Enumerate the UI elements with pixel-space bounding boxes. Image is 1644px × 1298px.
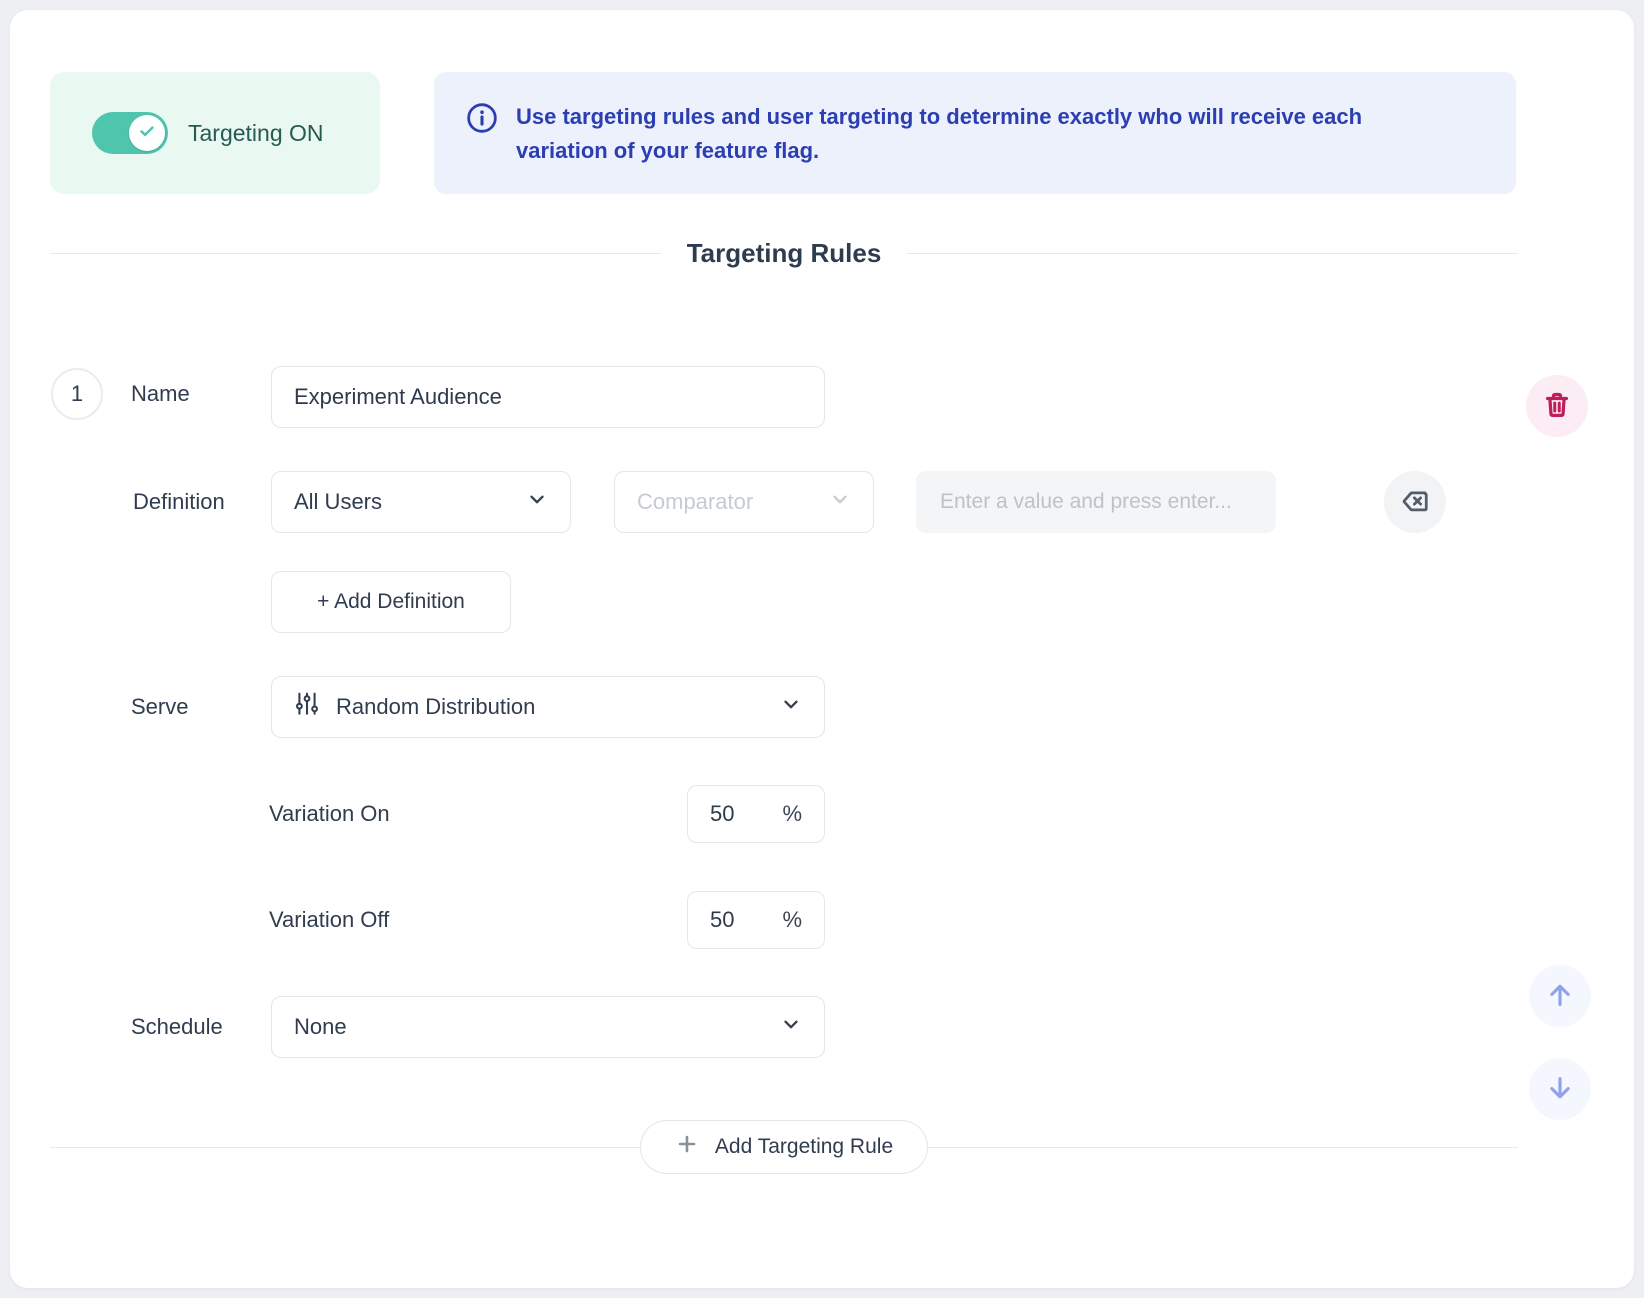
comparator-placeholder: Comparator xyxy=(637,489,753,515)
variation-on-field: % xyxy=(687,785,825,843)
targeting-toggle-switch[interactable] xyxy=(92,112,168,154)
arrow-down-icon xyxy=(1545,1073,1575,1106)
chevron-down-icon xyxy=(829,488,851,516)
add-definition-button[interactable]: + Add Definition xyxy=(271,571,511,633)
delete-rule-button[interactable] xyxy=(1526,375,1588,437)
divider-line xyxy=(928,1147,1518,1148)
plus-icon xyxy=(675,1132,699,1162)
variation-off-input[interactable] xyxy=(710,907,762,933)
info-banner: Use targeting rules and user targeting t… xyxy=(434,72,1516,194)
definition-property-value: All Users xyxy=(294,489,382,515)
divider-line xyxy=(50,1147,640,1148)
divider-line xyxy=(907,253,1518,254)
targeting-toggle-card: Targeting ON xyxy=(50,72,380,194)
toggle-knob xyxy=(129,115,165,151)
chevron-down-icon xyxy=(526,488,548,516)
footer-divider-row: Add Targeting Rule xyxy=(50,1120,1518,1174)
schedule-value: None xyxy=(294,1014,347,1040)
variation-off-label: Variation Off xyxy=(269,907,389,933)
divider-line xyxy=(50,253,661,254)
rule-number-badge: 1 xyxy=(51,368,103,420)
chevron-down-icon xyxy=(780,693,802,721)
variation-off-unit: % xyxy=(782,907,802,933)
definition-value-input[interactable] xyxy=(916,471,1276,533)
serve-select[interactable]: Random Distribution xyxy=(271,676,825,738)
trash-icon xyxy=(1542,390,1572,423)
name-label: Name xyxy=(131,381,190,407)
comparator-select[interactable]: Comparator xyxy=(614,471,874,533)
info-banner-text: Use targeting rules and user targeting t… xyxy=(516,100,1426,168)
section-header: Targeting Rules xyxy=(50,229,1518,277)
variation-on-unit: % xyxy=(782,801,802,827)
serve-value: Random Distribution xyxy=(336,694,535,720)
definition-label: Definition xyxy=(133,489,225,515)
chevron-down-icon xyxy=(780,1013,802,1041)
section-title: Targeting Rules xyxy=(687,238,882,269)
clear-value-button[interactable] xyxy=(1384,471,1446,533)
check-icon xyxy=(137,121,157,146)
targeting-screen: Targeting ON Use targeting rules and use… xyxy=(0,0,1644,1298)
variation-on-label: Variation On xyxy=(269,801,390,827)
sliders-icon xyxy=(294,691,320,723)
schedule-select[interactable]: None xyxy=(271,996,825,1058)
definition-property-select[interactable]: All Users xyxy=(271,471,571,533)
rule-name-input[interactable] xyxy=(271,366,825,428)
schedule-label: Schedule xyxy=(131,1014,223,1040)
move-rule-down-button[interactable] xyxy=(1529,1058,1591,1120)
targeting-card: Targeting ON Use targeting rules and use… xyxy=(10,10,1634,1288)
variation-on-input[interactable] xyxy=(710,801,762,827)
arrow-up-icon xyxy=(1545,980,1575,1013)
info-icon xyxy=(466,102,498,139)
move-rule-up-button[interactable] xyxy=(1529,965,1591,1027)
backspace-icon xyxy=(1400,486,1430,519)
add-targeting-rule-label: Add Targeting Rule xyxy=(715,1135,893,1159)
targeting-toggle-label: Targeting ON xyxy=(188,120,324,147)
variation-off-field: % xyxy=(687,891,825,949)
rule-number-text: 1 xyxy=(71,381,83,407)
add-targeting-rule-button[interactable]: Add Targeting Rule xyxy=(640,1120,928,1174)
serve-label: Serve xyxy=(131,694,188,720)
